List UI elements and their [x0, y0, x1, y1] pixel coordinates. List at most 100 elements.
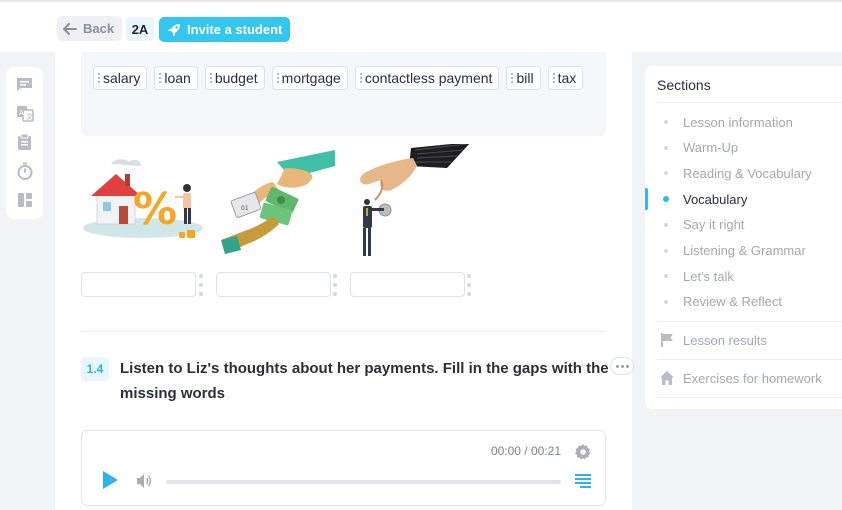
- svg-text:01: 01: [241, 205, 249, 212]
- sections-divider: [657, 397, 842, 398]
- word-chip[interactable]: salary: [93, 66, 148, 90]
- drag-grip-icon: [552, 73, 555, 83]
- section-bullet: [664, 222, 668, 227]
- top-bar: Back 2A Invite a student: [0, 0, 842, 52]
- home-icon: [660, 371, 674, 385]
- layout-icon[interactable]: [15, 191, 35, 209]
- exercise-number: 1.4: [81, 357, 109, 381]
- picture-house-percent: %: [81, 144, 205, 259]
- gear-icon[interactable]: [574, 443, 592, 461]
- answer-field-2[interactable]: [216, 272, 331, 297]
- section-item[interactable]: Vocabulary: [645, 188, 842, 211]
- back-label: Back: [83, 21, 115, 36]
- sections-title: Sections: [657, 77, 711, 93]
- drag-grip-icon: [359, 73, 362, 83]
- clipboard-icon[interactable]: [15, 133, 35, 151]
- drag-handle-1[interactable]: [199, 274, 203, 296]
- section-label: Vocabulary: [683, 191, 748, 207]
- section-label: Listening & Grammar: [683, 243, 806, 258]
- section-bullet: [664, 299, 668, 304]
- word-chip[interactable]: tax: [547, 66, 584, 90]
- answer-field-1[interactable]: [81, 272, 196, 297]
- drag-handle-3[interactable]: [467, 274, 471, 296]
- section-label: Say it right: [683, 217, 745, 233]
- section-bullet: [664, 171, 668, 176]
- section-item[interactable]: Say it right: [645, 214, 842, 236]
- rocket-icon: [168, 23, 180, 36]
- section-item[interactable]: Lesson information: [645, 111, 842, 133]
- word-chip[interactable]: loan: [154, 66, 198, 90]
- lesson-content: salary loan budget mortgage contactless paym…: [55, 52, 632, 510]
- stopwatch-icon[interactable]: [15, 162, 35, 180]
- section-bullet: [664, 120, 668, 124]
- sections-divider: [657, 321, 842, 322]
- svg-text:文: 文: [26, 112, 33, 121]
- lesson-results-label: Lesson results: [683, 332, 767, 348]
- drag-handle-2[interactable]: [333, 274, 337, 296]
- section-bullet: [663, 196, 669, 203]
- word-chip-label: contactless payment: [364, 70, 493, 86]
- word-bank: salary loan budget mortgage contactless paym…: [81, 52, 606, 136]
- audio-progress-track[interactable]: [166, 480, 561, 484]
- section-label: Let's talk: [683, 268, 734, 284]
- section-label: Warm-Up: [683, 140, 739, 156]
- section-bullet: [664, 274, 668, 279]
- word-chip[interactable]: mortgage: [271, 66, 348, 90]
- volume-icon[interactable]: [136, 473, 152, 489]
- word-chip-label: loan: [164, 70, 191, 86]
- section-bullet: [664, 248, 668, 253]
- lesson-results-link[interactable]: Lesson results: [645, 329, 842, 351]
- dot: [620, 364, 624, 368]
- active-section-indicator: [645, 188, 648, 211]
- audio-player: 00:00 / 00:21: [81, 430, 606, 506]
- section-label: Review & Reflect: [683, 294, 782, 310]
- svg-text:%: %: [133, 184, 177, 235]
- tool-rail: A文: [6, 67, 43, 219]
- back-button[interactable]: Back: [57, 16, 123, 41]
- word-chip-label: bill: [516, 70, 534, 86]
- transcript-icon[interactable]: [575, 474, 591, 488]
- homework-link[interactable]: Exercises for homework: [645, 367, 842, 389]
- exercise-more-button[interactable]: [610, 357, 634, 375]
- drag-grip-icon: [276, 73, 279, 83]
- section-item[interactable]: Warm-Up: [645, 137, 842, 159]
- section-item[interactable]: Reading & Vocabulary: [645, 162, 842, 184]
- class-code-badge: 2A: [126, 17, 154, 41]
- play-icon[interactable]: [100, 470, 120, 490]
- word-chips: salary loan budget mortgage contactless paym…: [93, 66, 594, 90]
- answer-field-3[interactable]: [350, 272, 465, 297]
- section-bullet: [664, 145, 668, 150]
- picture-cash-exchange: 01: [217, 144, 341, 259]
- chat-icon[interactable]: [15, 75, 35, 93]
- sections-divider: [657, 102, 842, 103]
- section-item[interactable]: Let's talk: [645, 265, 842, 287]
- sections-divider: [657, 359, 842, 360]
- invite-label: Invite a student: [187, 22, 283, 37]
- dot: [625, 364, 629, 368]
- exercise-divider: [81, 331, 606, 332]
- homework-label: Exercises for homework: [683, 370, 822, 386]
- word-chip-label: mortgage: [281, 70, 341, 86]
- word-chip[interactable]: contactless payment: [354, 66, 500, 90]
- drag-grip-icon: [98, 73, 100, 83]
- drag-grip-icon: [159, 73, 162, 83]
- flag-icon: [661, 333, 673, 347]
- svg-text:A: A: [19, 109, 24, 117]
- word-chip[interactable]: bill: [506, 66, 541, 90]
- exercise-title: Listen to Liz's thoughts about her payme…: [120, 360, 609, 402]
- word-chip[interactable]: budget: [204, 66, 265, 90]
- translate-icon[interactable]: A文: [15, 104, 35, 122]
- picture-hand-giving-coin: [351, 142, 475, 259]
- drag-grip-icon: [209, 73, 212, 83]
- section-label: Reading & Vocabulary: [683, 165, 812, 181]
- word-chip-label: tax: [557, 70, 577, 86]
- dot: [615, 364, 619, 368]
- audio-time: 00:00 / 00:21: [490, 444, 561, 458]
- section-label: Lesson information: [683, 114, 793, 130]
- drag-grip-icon: [511, 73, 514, 83]
- word-chip-label: budget: [214, 70, 258, 86]
- word-chip-label: salary: [103, 70, 141, 86]
- invite-student-button[interactable]: Invite a student: [159, 17, 291, 42]
- section-item[interactable]: Listening & Grammar: [645, 240, 842, 262]
- section-item[interactable]: Review & Reflect: [645, 291, 842, 313]
